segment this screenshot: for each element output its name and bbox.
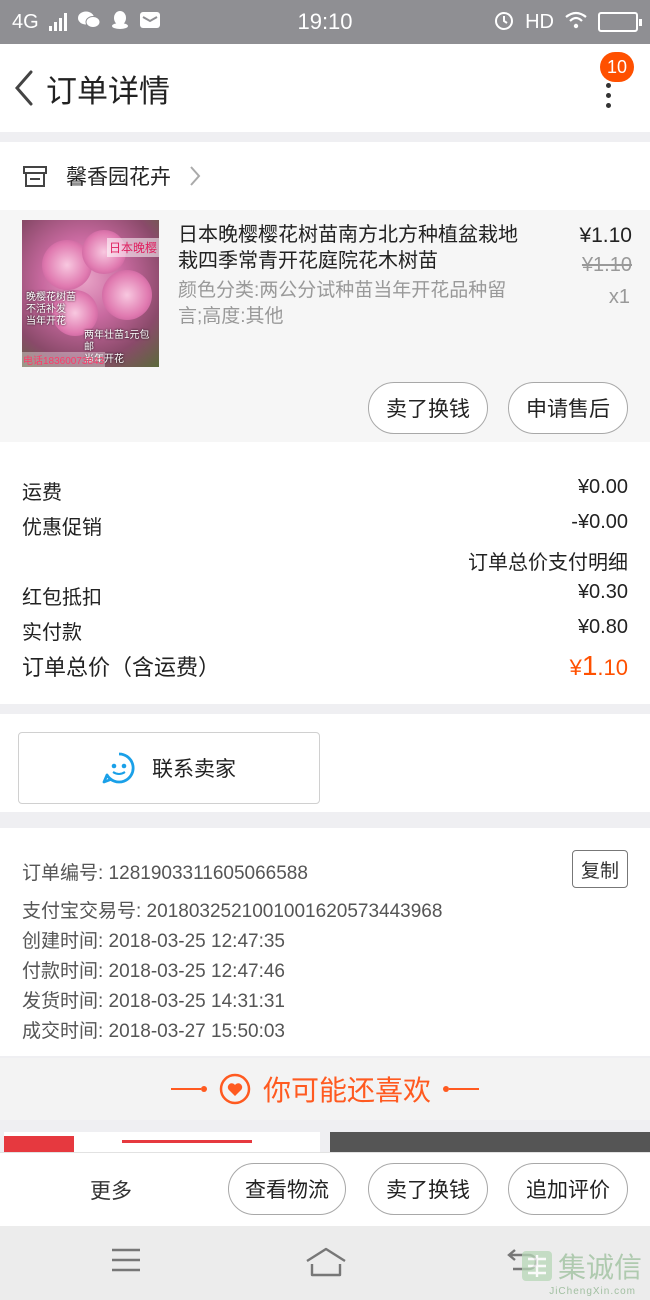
created-time: 创建时间: 2018-03-25 12:47:35 (22, 931, 285, 952)
heart-icon (219, 1073, 251, 1105)
page-title: 订单详情 (46, 73, 170, 109)
view-logistics-button[interactable]: 查看物流 (228, 1163, 346, 1215)
completed-time: 成交时间: 2018-03-27 15:50:03 (22, 1021, 285, 1042)
redpacket-value: ¥0.30 (577, 581, 628, 603)
shipping-label: 运费 (22, 482, 62, 504)
shop-name: 馨香园花卉 (66, 166, 171, 189)
shipping-value: ¥0.00 (577, 476, 628, 498)
dot-icon (605, 103, 611, 108)
shipped-time: 发货时间: 2018-03-25 14:31:31 (22, 991, 285, 1012)
store-icon (23, 166, 47, 187)
total-integer: 1 (581, 650, 598, 681)
menu-icon[interactable] (110, 1246, 142, 1274)
product-quantity: x1 (608, 286, 630, 308)
divider-left (170, 1086, 207, 1092)
hd-label: HD (525, 10, 554, 33)
paid-time: 付款时间: 2018-03-25 12:47:46 (22, 961, 285, 982)
notification-badge: 10 (600, 52, 634, 82)
copy-button[interactable]: 复制 (572, 850, 628, 888)
promo-label: 优惠促销 (22, 517, 102, 539)
battery-icon (598, 12, 642, 32)
sell-button[interactable]: 卖了换钱 (368, 382, 488, 434)
total-value: ¥1.10 (570, 650, 628, 682)
paid-value: ¥0.80 (577, 616, 628, 638)
dot-icon (605, 93, 611, 98)
system-nav-bar: 集诚信 JiChengXin.com (0, 1226, 650, 1300)
total-currency: ¥ (569, 655, 582, 680)
recommend-header: 你可能还喜欢 (0, 1058, 650, 1120)
add-review-button[interactable]: 追加评价 (508, 1163, 628, 1215)
product-original-price: ¥1.10 (581, 254, 632, 276)
wifi-icon (564, 11, 588, 33)
shop-row[interactable]: 馨香园花卉 (0, 142, 650, 210)
clock: 19:10 (297, 9, 353, 34)
back-button[interactable] (2, 44, 46, 132)
total-label: 订单总价（含运费） (22, 655, 221, 680)
paid-label: 实付款 (22, 622, 82, 644)
total-decimal: .10 (597, 655, 628, 680)
wechat-icon (77, 10, 101, 34)
shipping-row: 运费 ¥0.00 (22, 476, 628, 505)
watermark-url: JiChengXin.com (549, 1286, 636, 1297)
chat-face-icon (102, 752, 135, 784)
divider-right (443, 1086, 479, 1092)
mail-icon (139, 10, 161, 34)
image-caption: 晚樱花树苗 不活补发 当年开花 (26, 292, 76, 327)
product-spec: 颜色分类:两公分试种苗当年开花品种留言;高度:其他 (178, 280, 507, 327)
network-label: 4G (12, 10, 39, 33)
promo-row: 优惠促销 -¥0.00 (22, 511, 628, 540)
total-row: 订单总价（含运费） ¥1.10 (22, 650, 628, 682)
after-sale-button[interactable]: 申请售后 (508, 382, 628, 434)
promo-value: -¥0.00 (571, 511, 628, 533)
more-button[interactable]: 更多 (90, 1175, 132, 1205)
watermark-icon (521, 1251, 552, 1281)
recommend-title: 你可能还喜欢 (262, 1075, 431, 1106)
signal-icon (48, 13, 67, 31)
contact-seller-button[interactable]: 联系卖家 (18, 732, 320, 804)
contact-section: 联系卖家 (0, 714, 650, 812)
chevron-left-icon (15, 70, 33, 106)
sell-button[interactable]: 卖了换钱 (368, 1163, 488, 1215)
recommend-item[interactable] (4, 1132, 320, 1154)
qq-icon (111, 10, 129, 34)
watermark-text: 集诚信 (557, 1252, 642, 1283)
alipay-number: 支付宝交易号: 2018032521001001620573443968 (22, 901, 443, 922)
redpacket-row: 红包抵扣 ¥0.30 (22, 581, 628, 610)
payment-detail-link[interactable]: 订单总价支付明细 (468, 546, 628, 575)
alarm-icon (493, 9, 515, 35)
image-tag: 日本晚樱 (106, 238, 159, 257)
redpacket-label: 红包抵扣 (22, 587, 102, 609)
product-image[interactable]: 日本晚樱 晚樱花树苗 不活补发 当年开花 两年壮苗1元包邮 当年开花 电话183… (22, 220, 159, 367)
order-number: 订单编号: 1281903311605066588 (22, 863, 308, 884)
product-title: 日本晚樱樱花树苗南方北方种植盆栽地栽四季常青开花庭院花木树苗 (178, 224, 518, 272)
page-header: 订单详情 (0, 44, 650, 132)
image-phone: 电话18360073843 (22, 352, 106, 367)
recommend-item[interactable] (330, 1132, 650, 1154)
paid-row: 实付款 ¥0.80 (22, 616, 628, 645)
dot-icon (605, 83, 611, 88)
product-price: ¥1.10 (579, 224, 632, 247)
status-bar: 4G 19:10 HD (0, 0, 650, 44)
contact-seller-label: 联系卖家 (152, 758, 236, 781)
action-bar: 更多 查看物流 卖了换钱 追加评价 (0, 1152, 650, 1226)
order-info: 订单编号: 1281903311605066588 复制 支付宝交易号: 201… (0, 828, 650, 1056)
home-icon[interactable] (304, 1246, 348, 1278)
watermark-logo: 集诚信 (520, 1246, 642, 1286)
chevron-right-icon (190, 166, 201, 186)
cost-summary: 运费 ¥0.00 优惠促销 -¥0.00 订单总价支付明细 红包抵扣 ¥0.30… (0, 442, 650, 704)
